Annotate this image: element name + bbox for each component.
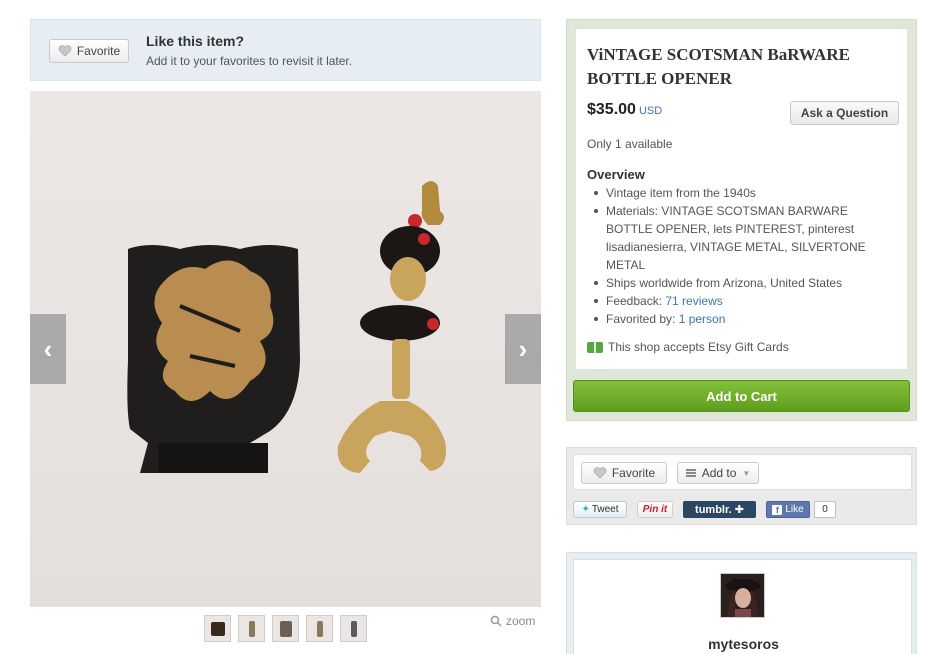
add-to-list-button[interactable]: Add to ▼ [677, 462, 759, 484]
tweet-label: Tweet [591, 504, 619, 515]
gift-cards-notice: This shop accepts Etsy Gift Cards [587, 340, 789, 354]
ask-question-button[interactable]: Ask a Question [790, 101, 899, 125]
thumbnail-strip [204, 615, 367, 642]
zoom-link[interactable]: zoom [490, 614, 535, 628]
add-to-label: Add to [701, 466, 737, 480]
heart-icon [593, 467, 607, 479]
thumbnail-1[interactable] [204, 615, 231, 642]
twitter-bird-icon: ✦ [581, 504, 590, 515]
scotsman-opener-figure [337, 181, 446, 473]
favorite-banner-subtitle: Add it to your favorites to revisit it l… [146, 54, 353, 68]
favorite-button-label: Favorite [76, 44, 121, 58]
fb-like-label: Like [785, 504, 804, 515]
tumblr-label: tumblr. [695, 503, 732, 516]
share-favorite-label: Favorite [611, 466, 656, 480]
add-to-cart-button[interactable]: Add to Cart [573, 380, 910, 412]
share-box: Favorite Add to ▼ ✦ Tweet Pin it tumblr. ✚… [566, 447, 917, 525]
listing-title: ViNTAGE SCOTSMAN BaRWARE BOTTLE OPENER [587, 45, 850, 88]
zoom-label: zoom [506, 614, 536, 628]
facebook-like-button[interactable]: f Like [766, 501, 810, 518]
overview-ships: Ships worldwide from Arizona, United Sta… [587, 274, 897, 292]
share-actions: Favorite Add to ▼ [573, 454, 912, 490]
favorited-label: Favorited by: [606, 312, 679, 326]
thumbnail-4[interactable] [306, 615, 333, 642]
listing-page: Favorite Like this item? Add it to your … [0, 0, 940, 654]
magnifier-icon [490, 615, 502, 627]
facebook-like-count: 0 [814, 501, 836, 518]
gift-card-icon [587, 341, 603, 353]
listing-price: $35.00 USD [587, 101, 662, 119]
gift-cards-text: This shop accepts Etsy Gift Cards [608, 340, 789, 354]
feedback-reviews-link[interactable]: 71 reviews [665, 294, 722, 308]
thumbnail-5[interactable] [340, 615, 367, 642]
overview-vintage: Vintage item from the 1940s [587, 184, 897, 202]
thumbnail-3[interactable] [272, 615, 299, 642]
favorited-by-link[interactable]: 1 person [679, 312, 726, 326]
favorite-button[interactable]: Favorite [49, 39, 129, 63]
main-product-image[interactable]: ‹ › [30, 91, 541, 607]
heart-icon [58, 45, 72, 57]
favorite-banner: Favorite Like this item? Add it to your … [30, 19, 541, 81]
product-photo [127, 181, 446, 473]
facebook-icon: f [772, 504, 783, 515]
buy-box: ViNTAGE SCOTSMAN BaRWARE BOTTLE OPENER $… [566, 19, 917, 421]
list-icon [685, 469, 696, 477]
listing-details: ViNTAGE SCOTSMAN BaRWARE BOTTLE OPENER $… [575, 28, 908, 370]
pinterest-button[interactable]: Pin it [637, 501, 673, 518]
favorite-banner-title: Like this item? [146, 33, 245, 49]
previous-image-arrow[interactable]: ‹ [30, 314, 66, 384]
overview-heading: Overview [587, 167, 645, 182]
lion-shield-figure [127, 245, 300, 473]
feedback-label: Feedback: [606, 294, 666, 308]
overview-materials: Materials: VINTAGE SCOTSMAN BARWARE BOTT… [587, 202, 897, 274]
shop-owner-avatar[interactable] [720, 573, 765, 618]
shop-name[interactable]: mytesoros [574, 636, 913, 652]
currency-code[interactable]: USD [639, 105, 662, 117]
overview-feedback: Feedback: 71 reviews [587, 292, 897, 310]
shop-box: mytesoros [566, 552, 917, 654]
share-favorite-button[interactable]: Favorite [581, 462, 667, 484]
plus-icon: ✚ [734, 504, 744, 516]
price-value: $35.00 [587, 101, 636, 118]
social-buttons: ✦ Tweet Pin it tumblr. ✚ f Like 0 [573, 501, 912, 519]
thumbnail-2[interactable] [238, 615, 265, 642]
shop-info: mytesoros [573, 559, 912, 654]
tumblr-button[interactable]: tumblr. ✚ [683, 501, 756, 518]
overview-list: Vintage item from the 1940s Materials: V… [587, 184, 897, 328]
chevron-down-icon: ▼ [742, 468, 751, 478]
avatar-portrait [721, 574, 764, 617]
tweet-button[interactable]: ✦ Tweet [573, 501, 627, 518]
next-image-arrow[interactable]: › [505, 314, 541, 384]
availability-text: Only 1 available [587, 137, 673, 151]
overview-favorited: Favorited by: 1 person [587, 310, 897, 328]
